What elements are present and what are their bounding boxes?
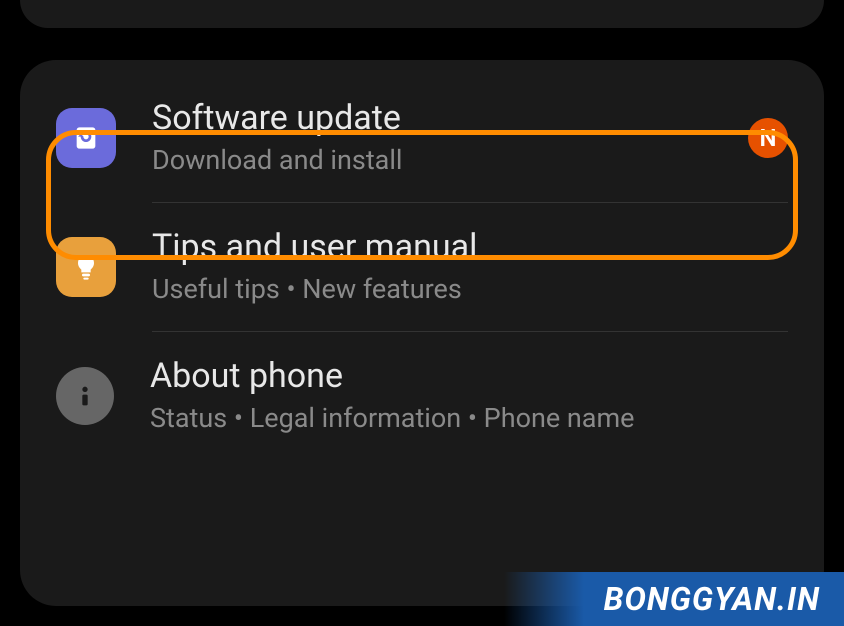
item-subtitle: Useful tips • New features bbox=[152, 272, 788, 307]
settings-item-about-phone[interactable]: About phone Status • Legal information •… bbox=[20, 332, 824, 460]
item-text-wrapper: Software update Download and install bbox=[152, 98, 748, 178]
item-text-wrapper: Tips and user manual Useful tips • New f… bbox=[152, 227, 788, 307]
item-title: Software update bbox=[152, 98, 748, 139]
lightbulb-icon bbox=[56, 237, 116, 297]
settings-card: Software update Download and install N T… bbox=[20, 60, 824, 606]
item-subtitle: Download and install bbox=[152, 143, 748, 178]
notification-badge: N bbox=[748, 118, 788, 158]
card-top-edge bbox=[20, 0, 824, 28]
settings-item-tips[interactable]: Tips and user manual Useful tips • New f… bbox=[20, 203, 824, 331]
update-icon bbox=[56, 108, 116, 168]
settings-item-software-update[interactable]: Software update Download and install N bbox=[20, 74, 824, 202]
item-subtitle: Status • Legal information • Phone name bbox=[150, 401, 788, 436]
watermark: BONGGYAN.IN bbox=[504, 572, 844, 626]
item-title: About phone bbox=[150, 356, 788, 397]
item-text-wrapper: About phone Status • Legal information •… bbox=[150, 356, 788, 436]
info-icon bbox=[56, 367, 114, 425]
item-title: Tips and user manual bbox=[152, 227, 788, 268]
